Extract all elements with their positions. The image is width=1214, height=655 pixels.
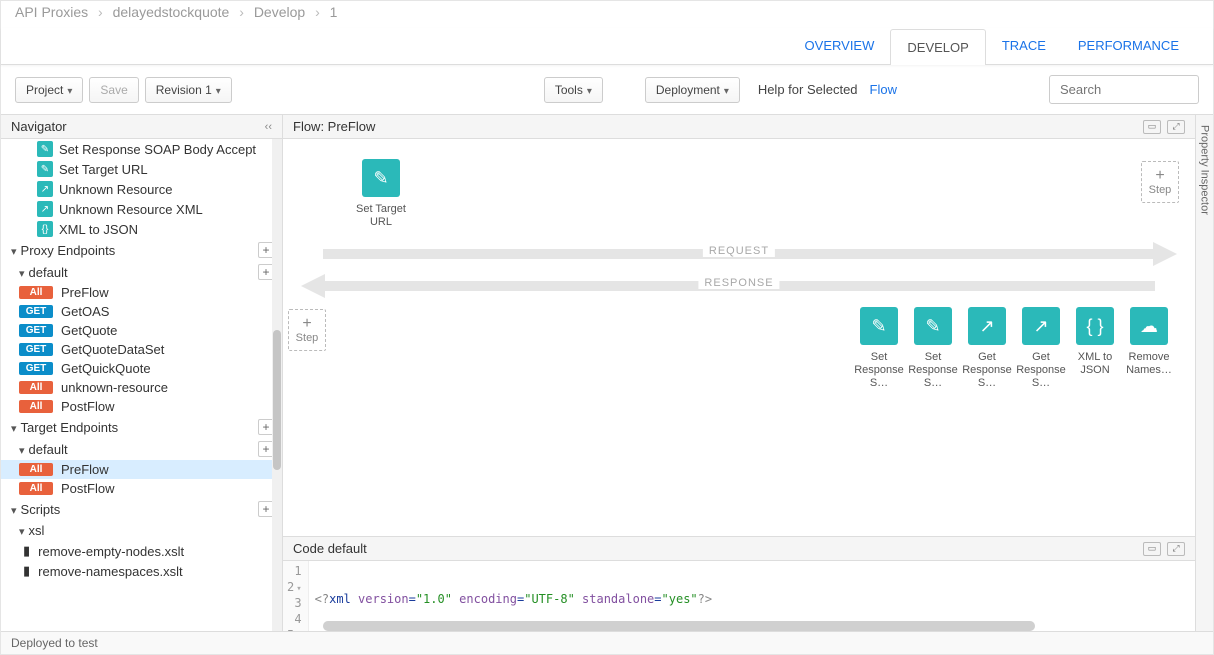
file-icon: ▮ [23, 543, 30, 559]
response-label: RESPONSE [698, 277, 779, 289]
policy-item[interactable]: ↗Unknown Resource XML [1, 199, 282, 219]
arrow-right-icon [1153, 242, 1177, 266]
plus-icon: + [1155, 168, 1164, 184]
flow-title: Flow: PreFlow [293, 119, 375, 134]
proxy-flow-getquickquote[interactable]: GETGetQuickQuote [1, 359, 282, 378]
property-inspector-label: Property Inspector [1199, 125, 1211, 215]
policy-label: Set Response S… [905, 351, 961, 391]
assign-icon: ✎ [37, 141, 53, 157]
arrow-left-icon [301, 274, 325, 298]
assign-icon: ✎ [362, 159, 400, 197]
add-request-step-button[interactable]: + Step [1141, 161, 1179, 203]
proxy-flow-getquote[interactable]: GETGetQuote [1, 321, 282, 340]
property-inspector-panel[interactable]: Property Inspector [1195, 115, 1213, 631]
breadcrumb-develop[interactable]: Develop [254, 4, 305, 20]
chevron-right-icon: › [315, 4, 320, 20]
policy-label: Remove Names… [1121, 351, 1177, 377]
response-step-set-response-2[interactable]: ✎ Set Response S… [905, 307, 961, 391]
response-step-get-response-1[interactable]: ↗ Get Response S… [959, 307, 1015, 391]
navigator-panel: Navigator ‹‹ ✎Set Response SOAP Body Acc… [1, 115, 283, 631]
proxy-endpoints-section[interactable]: Proxy Endpoints + [1, 239, 282, 261]
scripts-section[interactable]: Scripts + [1, 498, 282, 520]
json-icon: {} [37, 221, 53, 237]
target-default-section[interactable]: default + [1, 438, 282, 460]
tab-overview[interactable]: OVERVIEW [789, 28, 891, 64]
policy-item[interactable]: ↗Unknown Resource [1, 179, 282, 199]
target-flow-postflow[interactable]: AllPostFlow [1, 479, 282, 498]
code-expand-icon[interactable]: ⤢ [1167, 542, 1185, 556]
response-step-get-response-2[interactable]: ↗ Get Response S… [1013, 307, 1069, 391]
add-response-step-button[interactable]: + Step [288, 309, 326, 351]
policy-label: Get Response S… [1013, 351, 1069, 391]
target-flow-preflow[interactable]: AllPreFlow [1, 460, 282, 479]
tab-develop[interactable]: DEVELOP [890, 29, 985, 65]
policy-label: Set Target URL [353, 203, 409, 229]
code-h-scrollbar[interactable] [323, 621, 1035, 631]
xsl-file[interactable]: ▮remove-namespaces.xslt [1, 561, 282, 581]
policy-item[interactable]: ✎Set Response SOAP Body Accept [1, 139, 282, 159]
proxy-flow-getquotedataset[interactable]: GETGetQuoteDataSet [1, 340, 282, 359]
status-bar: Deployed to test [1, 631, 1213, 654]
request-label: REQUEST [703, 245, 775, 257]
plus-icon: + [302, 316, 311, 332]
xsl-file[interactable]: ▮remove-empty-nodes.xslt [1, 541, 282, 561]
proxy-flow-preflow[interactable]: AllPreFlow [1, 283, 282, 302]
tab-trace[interactable]: TRACE [986, 28, 1062, 64]
navigator-title: Navigator [11, 119, 67, 134]
breadcrumb-root[interactable]: API Proxies [15, 4, 88, 20]
response-step-remove-names[interactable]: ☁ Remove Names… [1121, 307, 1177, 377]
code-layout-icon[interactable]: ▭ [1143, 542, 1161, 556]
deployment-button[interactable]: Deployment [645, 77, 740, 103]
proxy-flow-unknown[interactable]: Allunknown-resource [1, 378, 282, 397]
request-step-set-target-url[interactable]: ✎ Set Target URL [353, 159, 409, 229]
flow-expand-icon[interactable]: ⤢ [1167, 120, 1185, 134]
collapse-nav-icon[interactable]: ‹‹ [265, 121, 272, 133]
help-link-flow[interactable]: Flow [870, 82, 897, 97]
save-button[interactable]: Save [89, 77, 138, 103]
breadcrumb-proxy[interactable]: delayedstockquote [113, 4, 230, 20]
flow-canvas: ✎ Set Target URL + Step REQUEST RESPONSE… [283, 139, 1195, 536]
revision-button[interactable]: Revision 1 [145, 77, 232, 103]
nav-scrollbar[interactable] [272, 139, 282, 631]
response-step-xml-to-json[interactable]: { } XML to JSON [1067, 307, 1123, 377]
code-title: Code default [293, 541, 367, 556]
toolbar: Project Save Revision 1 Tools Deployment… [1, 65, 1213, 114]
assign-icon: ✎ [914, 307, 952, 345]
tools-button[interactable]: Tools [544, 77, 603, 103]
help-label: Help for Selected [758, 82, 858, 97]
callout-icon: ↗ [1022, 307, 1060, 345]
policy-item[interactable]: ✎Set Target URL [1, 159, 282, 179]
breadcrumb: API Proxies › delayedstockquote › Develo… [1, 1, 1213, 28]
chevron-right-icon: › [98, 4, 103, 20]
chevron-right-icon: › [239, 4, 244, 20]
assign-icon: ✎ [860, 307, 898, 345]
callout-icon: ↗ [968, 307, 1006, 345]
proxy-flow-getoas[interactable]: GETGetOAS [1, 302, 282, 321]
cloud-icon: ☁ [1130, 307, 1168, 345]
policy-item[interactable]: {}XML to JSON [1, 219, 282, 239]
policy-label: Set Response S… [851, 351, 907, 391]
proxy-flow-postflow[interactable]: AllPostFlow [1, 397, 282, 416]
code-editor[interactable]: 12▾345▾ <?xml version="1.0" encoding="UT… [283, 561, 1195, 631]
json-icon: { } [1076, 307, 1114, 345]
callout-icon: ↗ [37, 201, 53, 217]
target-endpoints-section[interactable]: Target Endpoints + [1, 416, 282, 438]
flow-layout-icon[interactable]: ▭ [1143, 120, 1161, 134]
search-input[interactable] [1049, 75, 1199, 104]
tab-performance[interactable]: PERFORMANCE [1062, 28, 1195, 64]
project-button[interactable]: Project [15, 77, 83, 103]
xsl-section[interactable]: xsl [1, 520, 282, 541]
assign-icon: ✎ [37, 161, 53, 177]
response-step-set-response-1[interactable]: ✎ Set Response S… [851, 307, 907, 391]
code-gutter: 12▾345▾ [283, 561, 309, 631]
proxy-default-section[interactable]: default + [1, 261, 282, 283]
policy-label: Get Response S… [959, 351, 1015, 391]
callout-icon: ↗ [37, 181, 53, 197]
policy-label: XML to JSON [1067, 351, 1123, 377]
main-tabs: OVERVIEW DEVELOP TRACE PERFORMANCE [1, 28, 1213, 65]
breadcrumb-revision[interactable]: 1 [330, 4, 338, 20]
file-icon: ▮ [23, 563, 30, 579]
